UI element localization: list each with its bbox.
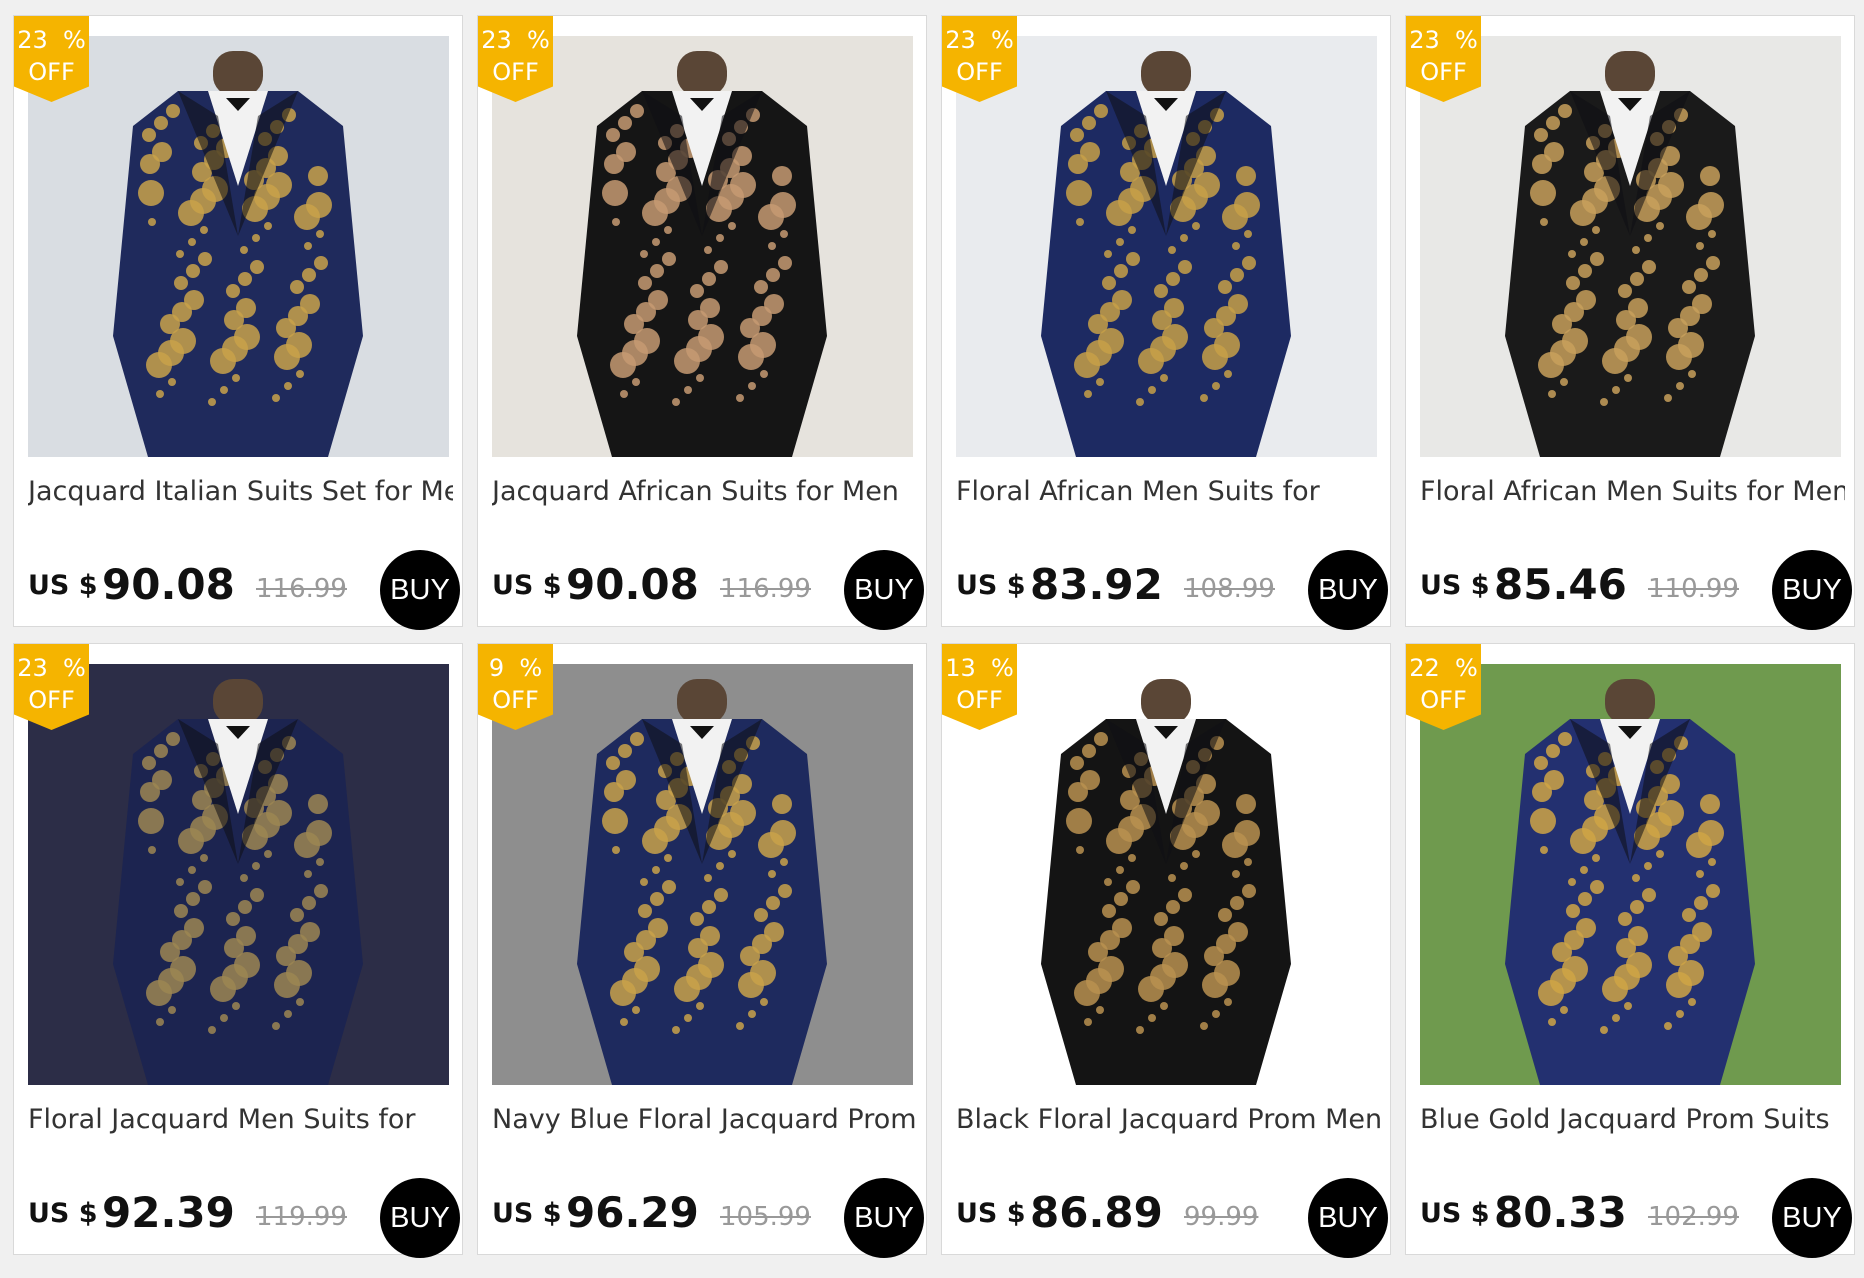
sale-price: 96.29 — [566, 1188, 699, 1237]
original-price: 105.99 — [720, 1202, 811, 1232]
product-title[interactable]: Floral African Men Suits for — [956, 476, 1381, 507]
buy-button[interactable]: BUY — [1308, 550, 1388, 630]
discount-percent: 23 % — [17, 654, 86, 682]
product-image[interactable] — [28, 664, 449, 1085]
buy-button[interactable]: BUY — [1772, 1178, 1852, 1258]
suit-photo — [1420, 664, 1841, 1085]
currency-label: US $ — [956, 570, 1026, 601]
currency-label: US $ — [28, 1198, 98, 1229]
sale-price: 86.89 — [1030, 1188, 1163, 1237]
discount-off-label: OFF — [1420, 58, 1467, 86]
original-price: 116.99 — [256, 574, 347, 604]
discount-percent: 22 % — [1409, 654, 1478, 682]
sale-price: 92.39 — [102, 1188, 235, 1237]
product-image[interactable] — [492, 664, 913, 1085]
product-image[interactable] — [1420, 664, 1841, 1085]
product-image[interactable] — [1420, 36, 1841, 457]
discount-off-label: OFF — [1420, 686, 1467, 714]
buy-button[interactable]: BUY — [844, 550, 924, 630]
price-row: US $ 85.46 110.99 BUY — [1420, 546, 1852, 630]
product-title[interactable]: Floral African Men Suits for Men — [1420, 476, 1845, 507]
suit-photo — [1420, 36, 1841, 457]
currency-label: US $ — [1420, 1198, 1490, 1229]
suit-photo — [28, 36, 449, 457]
buy-button[interactable]: BUY — [380, 550, 460, 630]
discount-percent: 23 % — [1409, 26, 1478, 54]
product-card[interactable]: 23 % OFF Floral Jacquard Men Suits for US… — [13, 643, 463, 1258]
product-card[interactable]: 9 % OFF Navy Blue Floral Jacquard Prom US… — [477, 643, 927, 1258]
product-grid: 23 % OFF Jacquard Italian Suits Set for M… — [0, 0, 1855, 1258]
product-title[interactable]: Navy Blue Floral Jacquard Prom — [492, 1104, 917, 1135]
product-title[interactable]: Black Floral Jacquard Prom Men — [956, 1104, 1381, 1135]
original-price: 102.99 — [1648, 1202, 1739, 1232]
currency-label: US $ — [956, 1198, 1026, 1229]
product-title[interactable]: Jacquard Italian Suits Set for Men — [28, 476, 453, 507]
sale-price: 90.08 — [566, 560, 699, 609]
product-card[interactable]: 13 % OFF Black Floral Jacquard Prom Men U… — [941, 643, 1391, 1258]
price-row: US $ 83.92 108.99 BUY — [956, 546, 1388, 630]
currency-label: US $ — [492, 1198, 562, 1229]
discount-off-label: OFF — [492, 686, 539, 714]
buy-button[interactable]: BUY — [844, 1178, 924, 1258]
currency-label: US $ — [492, 570, 562, 601]
currency-label: US $ — [1420, 570, 1490, 601]
discount-percent: 23 % — [945, 26, 1014, 54]
price-row: US $ 90.08 116.99 BUY — [28, 546, 460, 630]
sale-price: 83.92 — [1030, 560, 1163, 609]
sale-price: 80.33 — [1494, 1188, 1627, 1237]
product-card[interactable]: 23 % OFF Jacquard Italian Suits Set for M… — [13, 15, 463, 630]
price-row: US $ 80.33 102.99 BUY — [1420, 1174, 1852, 1258]
discount-percent: 23 % — [481, 26, 550, 54]
product-title[interactable]: Blue Gold Jacquard Prom Suits — [1420, 1104, 1845, 1135]
buy-button[interactable]: BUY — [1308, 1178, 1388, 1258]
suit-photo — [956, 36, 1377, 457]
product-image[interactable] — [492, 36, 913, 457]
price-row: US $ 90.08 116.99 BUY — [492, 546, 924, 630]
discount-badge: 23 % OFF — [14, 16, 89, 102]
product-card[interactable]: 23 % OFF Jacquard African Suits for Men U… — [477, 15, 927, 630]
product-card[interactable]: 23 % OFF Floral African Men Suits for US … — [941, 15, 1391, 630]
discount-off-label: OFF — [492, 58, 539, 86]
discount-percent: 23 % — [17, 26, 86, 54]
product-title[interactable]: Jacquard African Suits for Men — [492, 476, 917, 507]
discount-badge: 9 % OFF — [478, 644, 553, 730]
product-image[interactable] — [956, 664, 1377, 1085]
price-row: US $ 92.39 119.99 BUY — [28, 1174, 460, 1258]
discount-off-label: OFF — [28, 686, 75, 714]
currency-label: US $ — [28, 570, 98, 601]
discount-badge: 23 % OFF — [1406, 16, 1481, 102]
original-price: 119.99 — [256, 1202, 347, 1232]
buy-button[interactable]: BUY — [1772, 550, 1852, 630]
discount-percent: 9 % — [488, 654, 543, 682]
product-title[interactable]: Floral Jacquard Men Suits for — [28, 1104, 453, 1135]
discount-percent: 13 % — [945, 654, 1014, 682]
original-price: 99.99 — [1184, 1202, 1259, 1232]
discount-off-label: OFF — [956, 58, 1003, 86]
discount-badge: 23 % OFF — [14, 644, 89, 730]
product-image[interactable] — [956, 36, 1377, 457]
suit-photo — [28, 664, 449, 1085]
buy-button[interactable]: BUY — [380, 1178, 460, 1258]
discount-badge: 13 % OFF — [942, 644, 1017, 730]
discount-badge: 23 % OFF — [478, 16, 553, 102]
original-price: 116.99 — [720, 574, 811, 604]
suit-photo — [956, 664, 1377, 1085]
product-card[interactable]: 22 % OFF Blue Gold Jacquard Prom Suits US… — [1405, 643, 1855, 1258]
original-price: 110.99 — [1648, 574, 1739, 604]
product-card[interactable]: 23 % OFF Floral African Men Suits for Men… — [1405, 15, 1855, 630]
price-row: US $ 96.29 105.99 BUY — [492, 1174, 924, 1258]
suit-photo — [492, 664, 913, 1085]
sale-price: 90.08 — [102, 560, 235, 609]
sale-price: 85.46 — [1494, 560, 1627, 609]
discount-off-label: OFF — [956, 686, 1003, 714]
product-image[interactable] — [28, 36, 449, 457]
discount-badge: 22 % OFF — [1406, 644, 1481, 730]
discount-badge: 23 % OFF — [942, 16, 1017, 102]
price-row: US $ 86.89 99.99 BUY — [956, 1174, 1388, 1258]
discount-off-label: OFF — [28, 58, 75, 86]
original-price: 108.99 — [1184, 574, 1275, 604]
suit-photo — [492, 36, 913, 457]
